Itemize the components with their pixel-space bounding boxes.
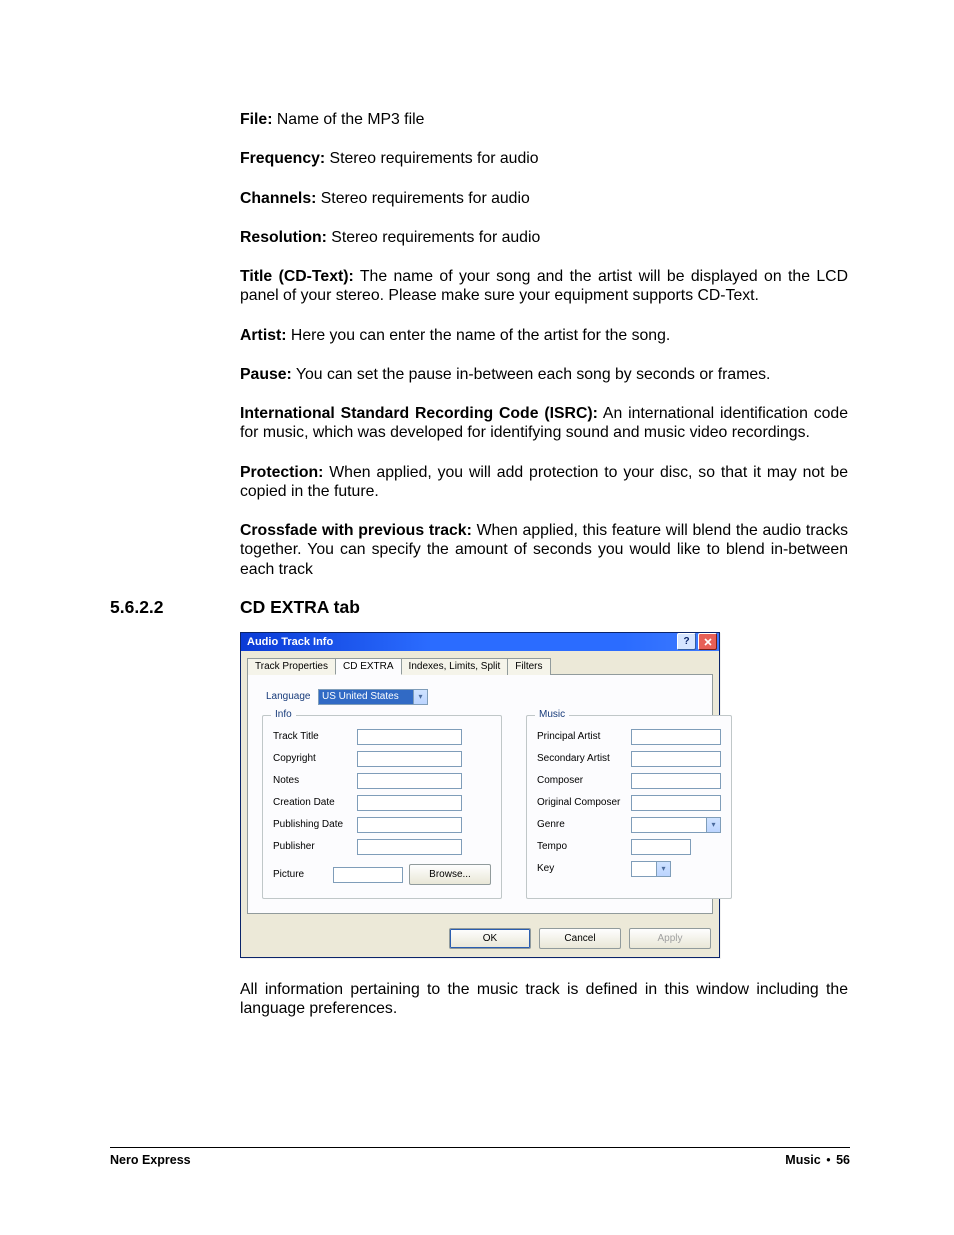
def-label: File: <box>240 111 272 128</box>
apply-button[interactable]: Apply <box>629 928 711 949</box>
publishing-date-label: Publishing Date <box>273 819 357 830</box>
info-group-label: Info <box>271 709 296 720</box>
close-button[interactable] <box>698 633 717 650</box>
language-label: Language <box>266 691 318 702</box>
creation-date-label: Creation Date <box>273 797 357 808</box>
page-number: 56 <box>836 1153 850 1167</box>
language-combo[interactable]: US United States ▾ <box>318 689 428 705</box>
footer-bullet: • <box>824 1153 832 1167</box>
tab-indexes-limits-split[interactable]: Indexes, Limits, Split <box>401 658 509 675</box>
secondary-artist-label: Secondary Artist <box>537 753 631 764</box>
def-text: Here you can enter the name of the artis… <box>291 327 670 344</box>
publisher-label: Publisher <box>273 841 357 852</box>
tab-filters[interactable]: Filters <box>507 658 550 675</box>
secondary-artist-input[interactable] <box>631 751 721 767</box>
key-combo[interactable]: ▾ <box>631 861 671 877</box>
def-label: Resolution: <box>240 229 327 246</box>
figure-caption: All information pertaining to the music … <box>240 980 848 1019</box>
music-group-label: Music <box>535 709 569 720</box>
publisher-input[interactable] <box>357 839 462 855</box>
tempo-input[interactable] <box>631 839 691 855</box>
composer-input[interactable] <box>631 773 721 789</box>
picture-label: Picture <box>273 869 333 880</box>
genre-combo[interactable]: ▾ <box>631 817 721 833</box>
page-footer: Nero Express Music • 56 <box>110 1147 850 1167</box>
close-icon <box>704 638 712 646</box>
dialog-title: Audio Track Info <box>247 636 333 648</box>
notes-input[interactable] <box>357 773 462 789</box>
copyright-input[interactable] <box>357 751 462 767</box>
def-label: International Standard Recording Code (I… <box>240 405 598 422</box>
def-text: Name of the MP3 file <box>277 111 425 128</box>
music-group: Music Principal Artist Secondary Artist … <box>526 715 732 899</box>
def-label: Protection: <box>240 464 323 481</box>
cancel-button[interactable]: Cancel <box>539 928 621 949</box>
principal-artist-label: Principal Artist <box>537 731 631 742</box>
def-text: You can set the pause in-between each so… <box>296 366 771 383</box>
chevron-down-icon: ▾ <box>413 690 427 704</box>
original-composer-label: Original Composer <box>537 797 631 808</box>
def-label: Channels: <box>240 190 316 207</box>
language-value: US United States <box>322 691 399 702</box>
def-text: Stereo requirements for audio <box>330 150 539 167</box>
dialog-titlebar: Audio Track Info ? <box>241 633 719 651</box>
help-button[interactable]: ? <box>677 633 696 650</box>
dialog-buttons: OK Cancel Apply <box>241 922 719 957</box>
def-label: Title (CD-Text): <box>240 268 354 285</box>
def-text: When applied, you will add protection to… <box>240 464 848 500</box>
composer-label: Composer <box>537 775 631 786</box>
picture-path-input[interactable] <box>333 867 403 883</box>
footer-section: Music <box>785 1153 820 1167</box>
info-group: Info Track Title Copyright Notes Creatio… <box>262 715 502 899</box>
def-label: Crossfade with previous track: <box>240 522 472 539</box>
copyright-label: Copyright <box>273 753 357 764</box>
section-title: CD EXTRA tab <box>240 597 360 618</box>
tempo-label: Tempo <box>537 841 631 852</box>
def-text: Stereo requirements for audio <box>321 190 530 207</box>
section-heading: 5.6.2.2 CD EXTRA tab <box>110 597 850 618</box>
def-label: Frequency: <box>240 150 325 167</box>
track-title-label: Track Title <box>273 731 357 742</box>
ok-button[interactable]: OK <box>449 928 531 949</box>
def-label: Artist: <box>240 327 287 344</box>
original-composer-input[interactable] <box>631 795 721 811</box>
genre-label: Genre <box>537 819 631 830</box>
chevron-down-icon: ▾ <box>656 862 670 876</box>
section-number: 5.6.2.2 <box>110 597 240 618</box>
principal-artist-input[interactable] <box>631 729 721 745</box>
browse-button[interactable]: Browse... <box>409 864 491 885</box>
audio-track-info-dialog: Audio Track Info ? Track Properties CD E… <box>240 632 720 958</box>
tab-row: Track Properties CD EXTRA Indexes, Limit… <box>241 651 719 674</box>
def-text: Stereo requirements for audio <box>331 229 540 246</box>
tab-cd-extra[interactable]: CD EXTRA <box>335 658 402 675</box>
publishing-date-input[interactable] <box>357 817 462 833</box>
tab-track-properties[interactable]: Track Properties <box>247 658 336 675</box>
notes-label: Notes <box>273 775 357 786</box>
def-label: Pause: <box>240 366 292 383</box>
chevron-down-icon: ▾ <box>706 818 720 832</box>
track-title-input[interactable] <box>357 729 462 745</box>
body-text: File: Name of the MP3 file Frequency: St… <box>240 110 848 579</box>
key-label: Key <box>537 863 631 874</box>
creation-date-input[interactable] <box>357 795 462 811</box>
cd-extra-panel: Language US United States ▾ Info Track T… <box>247 674 713 914</box>
footer-left: Nero Express <box>110 1153 191 1167</box>
